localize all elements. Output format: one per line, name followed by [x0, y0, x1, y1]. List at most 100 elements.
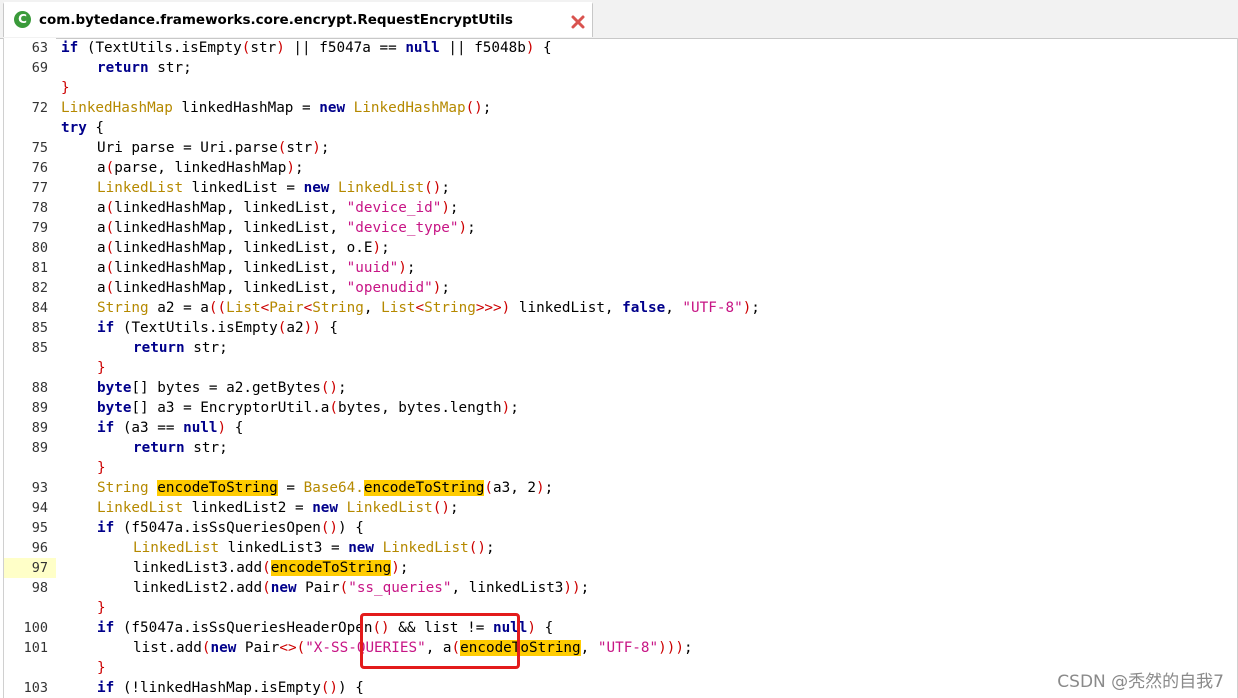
- code-token: ): [391, 560, 400, 576]
- code-token: (: [105, 260, 115, 276]
- code-token: [] bytes = a2.getBytes: [131, 380, 321, 396]
- code-token: byte: [97, 380, 132, 396]
- code-token: new: [303, 180, 330, 196]
- code-token: {: [536, 620, 554, 636]
- code-token: ): [217, 420, 227, 436]
- code-token: ;: [399, 560, 409, 576]
- code-token: LinkedList: [133, 540, 220, 556]
- code-line[interactable]: 94 LinkedList linkedList2 = new LinkedLis…: [4, 498, 1237, 518]
- line-number: 82: [31, 280, 48, 296]
- code-token: try: [61, 120, 87, 136]
- code-token: a: [97, 220, 106, 236]
- code-text: a(linkedHashMap, linkedList, o.E);: [97, 238, 390, 258]
- code-text: LinkedList linkedList = new LinkedList()…: [97, 178, 450, 198]
- code-line[interactable]: 103 if (!linkedHashMap.isEmpty()) {: [4, 678, 1237, 698]
- code-line[interactable]: 89 if (a3 == null) {: [4, 418, 1237, 438]
- code-token: LinkedList: [382, 540, 469, 556]
- code-line[interactable]: }: [4, 598, 1237, 618]
- code-line[interactable]: 79 a(linkedHashMap, linkedList, "device_t…: [4, 218, 1237, 238]
- code-token: linkedHashMap =: [172, 100, 320, 116]
- code-text: }: [97, 458, 106, 478]
- code-line[interactable]: 85 if (TextUtils.isEmpty(a2)) {: [4, 318, 1237, 338]
- code-token: new: [348, 540, 375, 556]
- code-line[interactable]: 82 a(linkedHashMap, linkedList, "openudid…: [4, 278, 1237, 298]
- code-token: ;: [406, 260, 416, 276]
- code-line[interactable]: }: [4, 78, 1237, 98]
- code-text: return str;: [97, 58, 192, 78]
- close-icon[interactable]: [569, 13, 587, 31]
- file-tab[interactable]: C com.bytedance.frameworks.core.encrypt.…: [3, 2, 593, 37]
- code-line[interactable]: }: [4, 458, 1237, 478]
- code-text: Uri parse = Uri.parse(str);: [97, 138, 329, 158]
- code-line[interactable]: 75 Uri parse = Uri.parse(str);: [4, 138, 1237, 158]
- code-line[interactable]: }: [4, 658, 1237, 678]
- code-token: return: [133, 340, 185, 356]
- code-token: new: [270, 580, 297, 596]
- code-token: (a3 ==: [114, 420, 184, 436]
- code-text: byte[] a3 = EncryptorUtil.a(bytes, bytes…: [97, 398, 519, 418]
- line-number: 84: [31, 300, 48, 316]
- code-line[interactable]: try {: [4, 118, 1237, 138]
- code-line[interactable]: 80 a(linkedHashMap, linkedList, o.E);: [4, 238, 1237, 258]
- code-line[interactable]: 69 return str;: [4, 58, 1237, 78]
- code-line[interactable]: 93 String encodeToString = Base64.encodeT…: [4, 478, 1237, 498]
- code-line[interactable]: 98 linkedList2.add(new Pair("ss_queries",…: [4, 578, 1237, 598]
- code-token: ))): [658, 640, 684, 656]
- code-token: linkedList,: [510, 300, 623, 316]
- code-token: ;: [381, 240, 390, 256]
- code-text: linkedList2.add(new Pair("ss_queries", l…: [133, 578, 589, 598]
- code-token: if: [97, 680, 115, 696]
- line-number: 81: [31, 260, 48, 276]
- code-token: linkedHashMap, linkedList,: [114, 280, 347, 296]
- code-token: }: [97, 360, 106, 376]
- code-line[interactable]: 100 if (f5047a.isSsQueriesHeaderOpen() &&…: [4, 618, 1237, 638]
- code-line[interactable]: 101 list.add(new Pair<>("X-SS-QUERIES", a…: [4, 638, 1237, 658]
- code-token: ;: [441, 180, 450, 196]
- code-line[interactable]: 89 byte[] a3 = EncryptorUtil.a(bytes, byt…: [4, 398, 1237, 418]
- code-line[interactable]: 88 byte[] bytes = a2.getBytes();: [4, 378, 1237, 398]
- code-token: (f5047a.isSsQueriesOpen: [114, 520, 321, 536]
- code-token: ;: [510, 400, 519, 416]
- line-number: 98: [31, 580, 48, 596]
- code-token: if: [97, 320, 115, 336]
- code-line[interactable]: 95 if (f5047a.isSsQueriesOpen()) {: [4, 518, 1237, 538]
- code-line[interactable]: 77 LinkedList linkedList = new LinkedList…: [4, 178, 1237, 198]
- code-token: ;: [449, 200, 459, 216]
- code-line[interactable]: 84 String a2 = a((List<Pair<String, List<…: [4, 298, 1237, 318]
- code-editor[interactable]: 63 if (TextUtils.isEmpty(str) || f5047a =…: [3, 38, 1238, 698]
- code-token: str;: [184, 440, 228, 456]
- code-token: >>>): [475, 300, 511, 316]
- line-number: 97: [4, 558, 56, 578]
- code-text: a(parse, linkedHashMap);: [97, 158, 304, 178]
- code-token: "UTF-8": [597, 640, 659, 656]
- line-number: 76: [31, 160, 48, 176]
- code-line[interactable]: 72 LinkedHashMap linkedHashMap = new Link…: [4, 98, 1237, 118]
- code-line[interactable]: 85 return str;: [4, 338, 1237, 358]
- code-line[interactable]: 76 a(parse, linkedHashMap);: [4, 158, 1237, 178]
- code-text: LinkedList linkedList2 = new LinkedList(…: [97, 498, 459, 518]
- code-token: TextUtils.isEmpty: [131, 320, 278, 336]
- code-line[interactable]: }: [4, 358, 1237, 378]
- code-token: ): [441, 200, 450, 216]
- code-line[interactable]: 97 linkedList3.add(encodeToString);: [4, 558, 1237, 578]
- code-line[interactable]: 96 LinkedList linkedList3 = new LinkedLis…: [4, 538, 1237, 558]
- code-token: Base64.: [303, 480, 364, 496]
- code-token: || f5048b: [439, 40, 526, 56]
- code-token: "ss_queries": [348, 580, 452, 596]
- code-token: ,: [665, 300, 683, 316]
- code-line[interactable]: 63 if (TextUtils.isEmpty(str) || f5047a =…: [4, 38, 1237, 58]
- code-token: , linkedList3: [451, 580, 564, 596]
- code-token: LinkedList: [346, 500, 433, 516]
- code-line[interactable]: 78 a(linkedHashMap, linkedList, "device_i…: [4, 198, 1237, 218]
- code-token: str;: [184, 340, 228, 356]
- code-line[interactable]: 81 a(linkedHashMap, linkedList, "uuid");: [4, 258, 1237, 278]
- line-number: 89: [31, 440, 48, 456]
- watermark: CSDN @秃然的自我7: [1057, 672, 1224, 692]
- code-token: ;: [338, 380, 347, 396]
- line-number: 89: [31, 420, 48, 436]
- code-line[interactable]: 89 return str;: [4, 438, 1237, 458]
